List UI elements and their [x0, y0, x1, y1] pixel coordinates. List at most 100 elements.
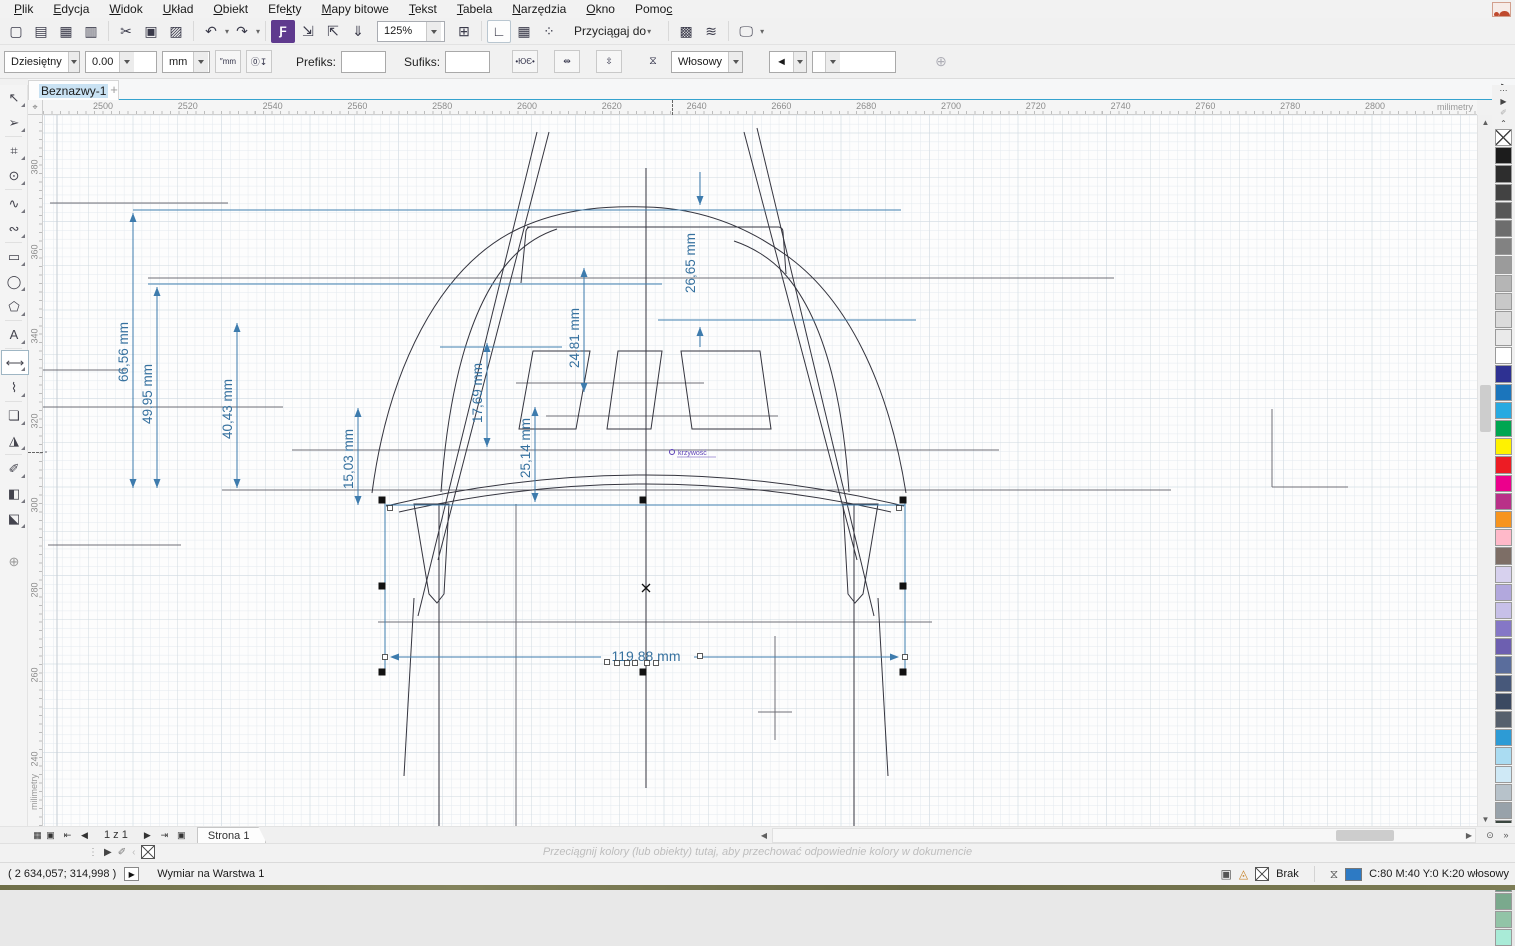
- menu-pomoc[interactable]: Pomoc: [625, 1, 682, 17]
- selection-handle[interactable]: [900, 583, 907, 590]
- color-swatch[interactable]: [1495, 456, 1512, 473]
- menu-edycja[interactable]: Edycja: [43, 1, 99, 17]
- node-point[interactable]: [615, 661, 620, 666]
- expand-icon[interactable]: »: [1499, 828, 1513, 842]
- chevron-down-icon[interactable]: [193, 52, 208, 72]
- prefix-input[interactable]: [341, 51, 386, 73]
- color-swatch[interactable]: [1495, 638, 1512, 655]
- outline-width-select[interactable]: Włosowy: [671, 51, 743, 73]
- vertical-ruler[interactable]: milimetry 380360340320300280260240: [28, 115, 43, 826]
- color-swatch[interactable]: [1495, 656, 1512, 673]
- window-layout-button[interactable]: 🖵: [734, 20, 758, 43]
- chevron-down-icon[interactable]: [793, 52, 806, 72]
- color-swatch[interactable]: [1495, 238, 1512, 255]
- new-document-button[interactable]: ▢: [4, 20, 28, 43]
- zoom-icon[interactable]: ⊙: [1483, 828, 1497, 842]
- import-button[interactable]: ⇲: [296, 20, 320, 43]
- dynamic-dimensioning-button[interactable]: •ЮЄ•: [512, 50, 538, 73]
- vertical-scrollbar[interactable]: ▲ ▼: [1477, 115, 1492, 826]
- color-swatch[interactable]: [1495, 293, 1512, 310]
- color-swatch[interactable]: [1495, 475, 1512, 492]
- page-tab[interactable]: Strona 1: [197, 827, 267, 843]
- scroll-right-icon[interactable]: ▶: [1462, 828, 1476, 843]
- snap-to-dropdown[interactable]: Przyciągaj do▾: [568, 20, 657, 42]
- color-swatch[interactable]: [1495, 420, 1512, 437]
- cut-button[interactable]: ✂: [114, 20, 138, 43]
- scroll-up-icon[interactable]: ▲: [1478, 115, 1493, 129]
- menu-mapy-bitowe[interactable]: Mapy bitowe: [311, 1, 398, 17]
- color-swatch[interactable]: [1495, 584, 1512, 601]
- color-swatch[interactable]: [1495, 529, 1512, 546]
- color-swatch[interactable]: [1495, 402, 1512, 419]
- color-swatch[interactable]: [1495, 165, 1512, 182]
- chevron-down-icon[interactable]: [426, 22, 441, 41]
- selection-handle[interactable]: [379, 497, 386, 504]
- color-swatch[interactable]: [1495, 184, 1512, 201]
- save-document-button[interactable]: ▦: [54, 20, 78, 43]
- color-swatch[interactable]: [1495, 911, 1512, 928]
- previous-page-button[interactable]: ◀: [77, 828, 92, 843]
- color-swatch[interactable]: [1495, 256, 1512, 273]
- menu-tabela[interactable]: Tabela: [447, 1, 502, 17]
- zoom-tool[interactable]: ⊙: [0, 163, 28, 188]
- color-swatch[interactable]: [1495, 202, 1512, 219]
- node-point[interactable]: [698, 654, 703, 659]
- palette-flyout-button[interactable]: ▶: [1492, 96, 1515, 107]
- color-swatch[interactable]: [1495, 766, 1512, 783]
- add-page-button-2[interactable]: ▣: [174, 828, 189, 843]
- node-point[interactable]: [897, 506, 902, 511]
- first-page-button[interactable]: ⇤: [60, 828, 75, 843]
- show-grid-button[interactable]: ▦: [512, 20, 536, 43]
- color-swatch[interactable]: [1495, 311, 1512, 328]
- color-swatch[interactable]: [1495, 784, 1512, 801]
- artistic-media-tool[interactable]: ∾: [0, 216, 28, 241]
- transparency-tool[interactable]: ◮: [0, 428, 28, 453]
- new-tab-button[interactable]: +: [106, 82, 122, 97]
- node-point[interactable]: [625, 661, 630, 666]
- selection-handle[interactable]: [379, 583, 386, 590]
- arrowhead-select[interactable]: ◄: [769, 51, 807, 73]
- color-swatch[interactable]: [1495, 620, 1512, 637]
- add-page-button[interactable]: ▣: [43, 828, 58, 843]
- color-swatch[interactable]: [1495, 220, 1512, 237]
- color-swatch[interactable]: [1495, 365, 1512, 382]
- menu-okno[interactable]: Okno: [576, 1, 625, 17]
- shape-tool[interactable]: ➢: [0, 110, 28, 135]
- customize-button[interactable]: ≋: [699, 20, 723, 43]
- open-document-button[interactable]: ▤: [29, 20, 53, 43]
- ellipse-tool[interactable]: ◯: [0, 269, 28, 294]
- color-swatch[interactable]: [1495, 275, 1512, 292]
- undo-dropdown[interactable]: ▾: [225, 27, 229, 36]
- suffix-input[interactable]: [445, 51, 490, 73]
- color-swatch[interactable]: [1495, 438, 1512, 455]
- last-page-button[interactable]: ⇥: [157, 828, 172, 843]
- redo-button[interactable]: ↷: [230, 20, 254, 43]
- palette-handle[interactable]: ⋯: [1492, 85, 1515, 96]
- node-point[interactable]: [383, 655, 388, 660]
- color-swatch[interactable]: [1495, 602, 1512, 619]
- smart-fill-tool[interactable]: ⬕: [0, 506, 28, 531]
- full-screen-preview-button[interactable]: ⊞: [452, 20, 476, 43]
- color-swatch[interactable]: [1495, 384, 1512, 401]
- vertical-scroll-thumb[interactable]: [1480, 385, 1491, 432]
- search-content-button[interactable]: Ƒ: [271, 20, 295, 43]
- horizontal-ruler[interactable]: milimetry 250025202540256025802600262026…: [43, 100, 1477, 115]
- palette-eyedropper-icon[interactable]: ✐: [1492, 107, 1515, 118]
- crop-tool[interactable]: ⌗: [0, 138, 28, 163]
- selection-handle[interactable]: [379, 669, 386, 676]
- color-swatch[interactable]: [1495, 493, 1512, 510]
- rectangle-tool[interactable]: ▭: [0, 244, 28, 269]
- dimension-text-horizontal-button[interactable]: ⇹: [554, 50, 580, 73]
- node-point[interactable]: [388, 506, 393, 511]
- menu-efekty[interactable]: Efekty: [258, 1, 311, 17]
- color-swatch[interactable]: [1495, 547, 1512, 564]
- pick-tool[interactable]: ↖: [0, 85, 28, 110]
- color-swatch[interactable]: [1495, 566, 1512, 583]
- palette-scroll-up[interactable]: ⌃: [1492, 118, 1515, 129]
- text-tool[interactable]: A: [0, 322, 28, 347]
- menu-układ[interactable]: Układ: [153, 1, 204, 17]
- menu-widok[interactable]: Widok: [99, 1, 152, 17]
- horizontal-scroll-thumb[interactable]: [1336, 830, 1394, 841]
- chevron-down-icon[interactable]: [119, 52, 134, 72]
- selection-handle[interactable]: [640, 669, 647, 676]
